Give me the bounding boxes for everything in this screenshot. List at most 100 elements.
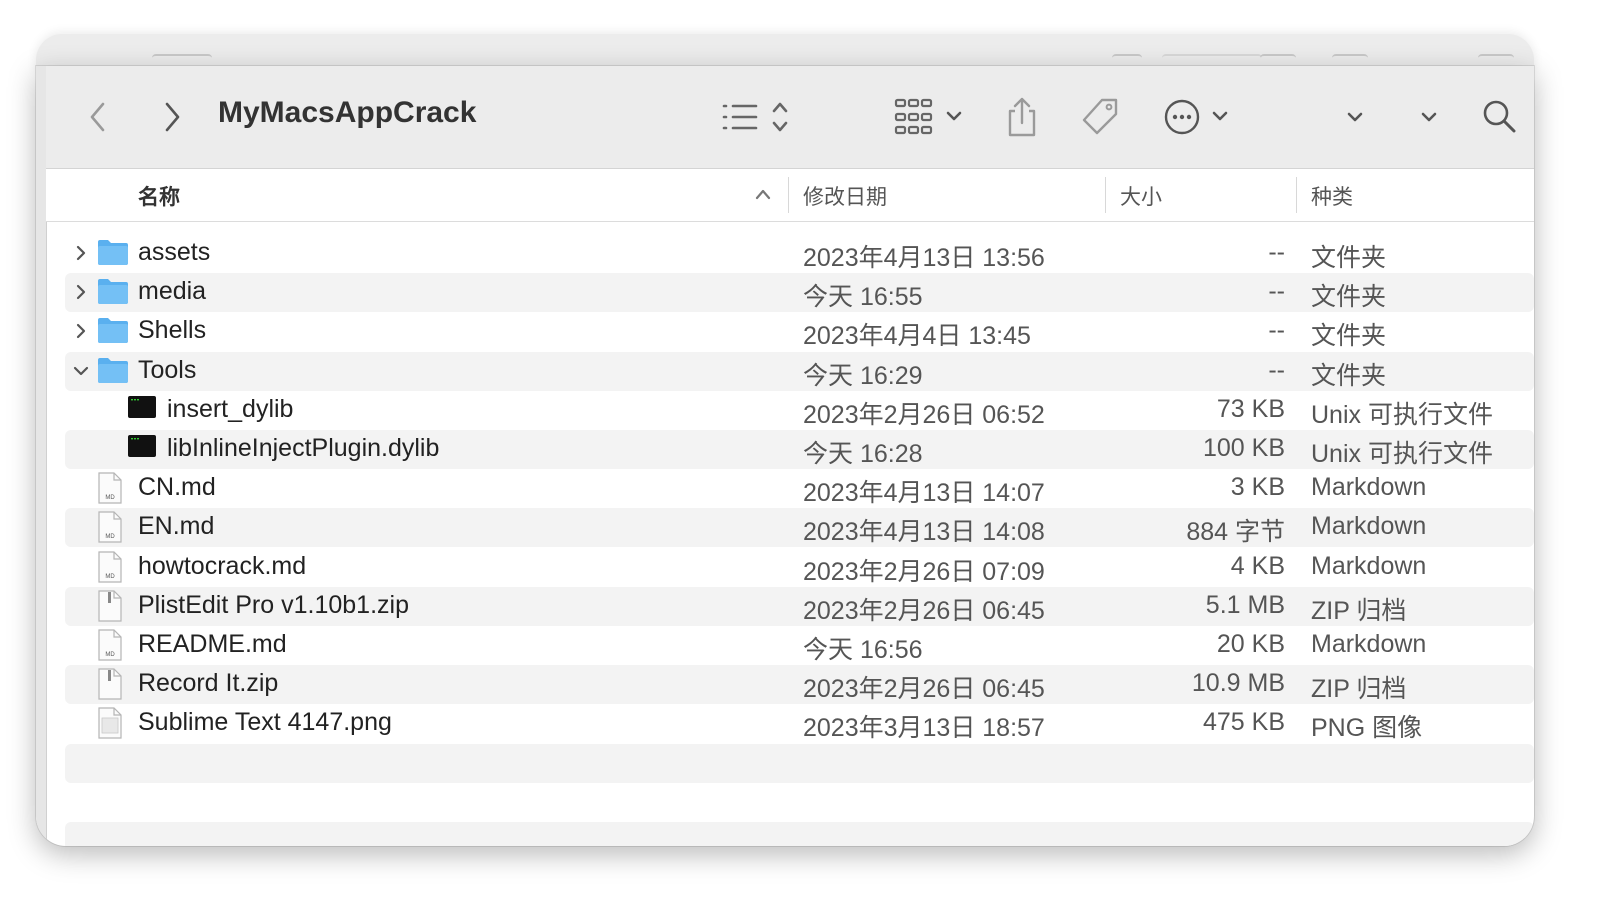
image-file-icon — [97, 707, 123, 746]
disclosure-collapsed-icon[interactable] — [70, 281, 92, 303]
file-kind: Markdown — [1311, 551, 1427, 580]
file-date: 2023年2月26日 07:09 — [803, 557, 1045, 586]
file-name: assets — [138, 238, 211, 266]
back-button[interactable] — [76, 92, 120, 142]
folder-icon — [97, 315, 129, 352]
file-row[interactable]: PlistEdit Pro v1.10b1.zip 2023年2月26日 06:4… — [65, 586, 1534, 629]
file-size: -- — [1268, 355, 1285, 384]
file-row[interactable]: Tools 今天 16:29 -- 文件夹 — [65, 351, 1534, 392]
file-kind: ZIP 归档 — [1311, 675, 1407, 704]
file-date: 今天 16:29 — [803, 361, 923, 390]
column-size[interactable]: 大小 — [1120, 181, 1162, 211]
file-name: media — [138, 277, 207, 306]
share-icon — [1008, 97, 1036, 137]
file-name: EN.md — [138, 512, 215, 541]
file-row[interactable]: Shells 2023年4月4日 13:45 -- 文件夹 — [65, 312, 1534, 351]
file-kind: ZIP 归档 — [1311, 596, 1407, 625]
file-name: Sublime Text 4147.png — [138, 708, 392, 737]
column-separator[interactable] — [1296, 177, 1297, 213]
markdown-file-icon: MD — [97, 550, 123, 590]
file-size: 100 KB — [1202, 434, 1285, 462]
toolbar-overflow-button-2[interactable] — [1414, 92, 1444, 142]
file-kind: 文件夹 — [1311, 361, 1387, 390]
column-separator[interactable] — [788, 177, 789, 213]
file-size: 475 KB — [1202, 708, 1285, 737]
file-row[interactable]: MD README.md 今天 16:56 20 KB Markdown — [65, 626, 1534, 665]
folder-icon — [97, 237, 129, 274]
file-kind: Markdown — [1311, 512, 1427, 541]
file-date: 2023年4月13日 14:08 — [803, 518, 1045, 547]
column-separator[interactable] — [1105, 177, 1106, 213]
folder-icon — [97, 276, 129, 313]
file-size: 4 KB — [1230, 551, 1285, 580]
file-name: Tools — [138, 355, 197, 384]
chevron-down-icon — [1347, 112, 1363, 122]
finder-window: MyMacsAppCrack 名称 修改日期 大小 种类 assets 2023… — [36, 66, 1534, 846]
file-date: 2023年2月26日 06:52 — [803, 400, 1045, 429]
file-kind: 文件夹 — [1311, 244, 1387, 272]
column-header: 名称 修改日期 大小 种类 — [46, 169, 1534, 222]
disclosure-expanded-icon[interactable] — [70, 360, 92, 382]
file-kind: Markdown — [1311, 630, 1427, 658]
empty-row — [65, 822, 1534, 846]
markdown-file-icon: MD — [97, 511, 123, 550]
svg-text:MD: MD — [105, 534, 115, 540]
tag-button[interactable] — [1076, 92, 1124, 142]
file-name: CN.md — [138, 473, 216, 502]
file-size: -- — [1268, 316, 1285, 345]
file-row[interactable]: MD EN.md 2023年4月13日 14:08 884 字节 Markdown — [65, 508, 1534, 550]
file-row[interactable]: insert_dylib 2023年2月26日 06:52 73 KB Unix 可执… — [65, 391, 1534, 430]
file-row[interactable]: libInlineInjectPlugin.dylib 今天 16:28 100 K… — [65, 430, 1534, 469]
file-date: 2023年4月13日 13:56 — [803, 244, 1045, 272]
toolbar-overflow-button[interactable] — [1340, 92, 1370, 142]
svg-text:MD: MD — [105, 495, 115, 501]
ellipsis-circle-icon — [1164, 99, 1228, 135]
search-button[interactable] — [1478, 92, 1522, 142]
column-date[interactable]: 修改日期 — [803, 181, 887, 211]
group-button[interactable] — [892, 92, 968, 142]
file-date: 今天 16:28 — [803, 440, 923, 468]
file-kind: Markdown — [1311, 473, 1427, 502]
file-name: howtocrack.md — [138, 551, 307, 580]
file-row[interactable]: assets 2023年4月13日 13:56 -- 文件夹 — [65, 234, 1534, 273]
file-row[interactable]: Sublime Text 4147.png 2023年3月13日 18:57 475… — [65, 704, 1534, 743]
file-size: 73 KB — [1216, 394, 1285, 423]
file-date: 2023年4月4日 13:45 — [803, 322, 1031, 351]
grid-group-icon — [894, 98, 962, 135]
file-date: 今天 16:56 — [803, 636, 923, 664]
file-kind: 文件夹 — [1311, 283, 1387, 312]
window-title: MyMacsAppCrack — [218, 96, 477, 129]
file-size: -- — [1268, 238, 1285, 266]
file-date: 今天 16:55 — [803, 283, 923, 312]
file-date: 2023年2月26日 06:45 — [803, 596, 1045, 625]
file-kind: Unix 可执行文件 — [1311, 440, 1493, 468]
markdown-file-icon: MD — [97, 472, 123, 511]
file-row[interactable]: MD CN.md 2023年4月13日 14:07 3 KB Markdown — [65, 469, 1534, 508]
file-row[interactable]: MD howtocrack.md 2023年2月26日 07:09 4 KB Markd… — [65, 548, 1534, 587]
file-name: Shells — [138, 316, 207, 345]
file-kind: PNG 图像 — [1311, 714, 1423, 743]
file-row[interactable]: media 今天 16:55 -- 文件夹 — [65, 273, 1534, 313]
share-button[interactable] — [998, 92, 1046, 142]
file-date: 2023年2月26日 06:45 — [803, 675, 1045, 704]
folder-icon — [97, 355, 129, 392]
column-kind[interactable]: 种类 — [1311, 181, 1353, 211]
column-name[interactable]: 名称 — [138, 181, 180, 211]
disclosure-collapsed-icon[interactable] — [70, 242, 92, 264]
terminal-exec-icon — [127, 433, 157, 466]
more-actions-button[interactable] — [1162, 92, 1238, 142]
file-row[interactable]: Record It.zip 2023年2月26日 06:45 10.9 MB ZIP … — [65, 665, 1534, 705]
zip-file-icon — [97, 590, 123, 629]
forward-button[interactable] — [150, 92, 194, 142]
file-name: Record It.zip — [138, 669, 279, 698]
file-size: 20 KB — [1216, 630, 1285, 658]
list-view-icon — [722, 102, 788, 132]
sort-ascending-icon[interactable] — [754, 187, 772, 201]
view-mode-button[interactable] — [718, 92, 798, 142]
file-date: 2023年4月13日 14:07 — [803, 479, 1045, 508]
file-name: README.md — [138, 630, 287, 658]
file-size: 5.1 MB — [1205, 590, 1285, 619]
disclosure-collapsed-icon[interactable] — [70, 320, 92, 342]
file-size: -- — [1268, 277, 1285, 306]
chevron-left-icon — [90, 102, 105, 132]
